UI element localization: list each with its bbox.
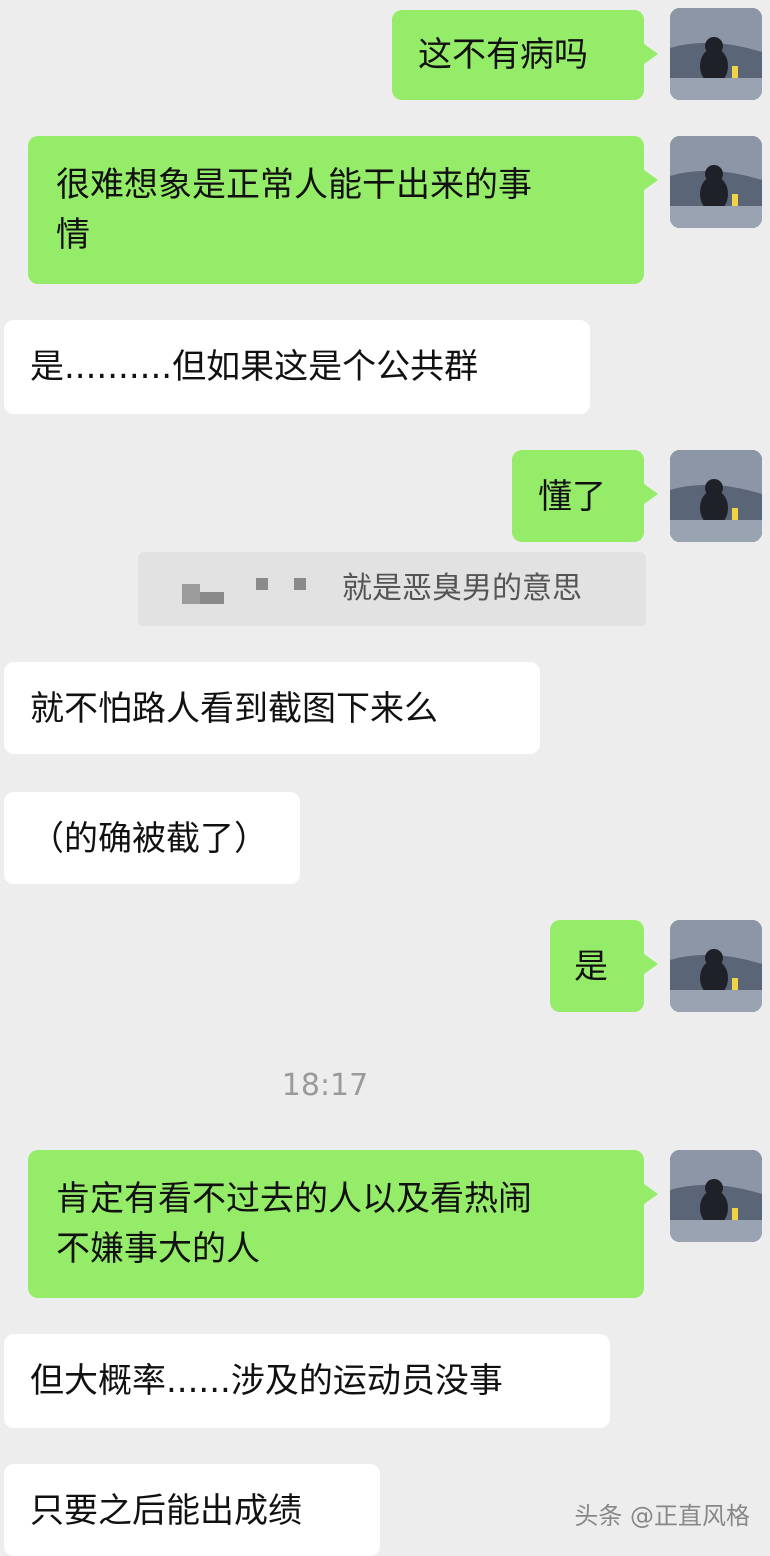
message-text-line: 肯定有看不过去的人以及看热闹 [56,1179,532,1219]
avatar-image [670,136,762,228]
quoted-message[interactable]: 就是恶臭男的意思 [138,552,646,626]
watermark: 头条 @正直风格 [574,1502,750,1530]
message-text: 只要之后能出成绩 [30,1491,302,1531]
avatar-icon[interactable] [670,920,762,1012]
avatar-image [670,8,762,100]
message-text: 这不有病吗 [418,35,588,75]
avatar-icon[interactable] [670,1150,762,1242]
message-text: 懂了 [538,477,606,517]
message-bubble-received[interactable]: 是..........但如果这是个公共群 [4,320,590,414]
message-text-line: 很难想象是正常人能干出来的事 [56,165,532,205]
message-bubble-received[interactable]: 就不怕路人看到截图下来么 [4,662,540,754]
avatar-image [670,1150,762,1242]
message-bubble-sent[interactable]: 是 [550,920,658,1012]
avatar-icon[interactable] [670,450,762,542]
message-text: 是..........但如果这是个公共群 [30,347,479,387]
message-bubble-sent[interactable]: 懂了 [512,450,658,542]
message-text: 是 [574,947,608,987]
avatar-image [670,920,762,1012]
message-bubble-received[interactable]: 只要之后能出成绩 [4,1464,380,1556]
avatar-image [670,450,762,542]
avatar-icon[interactable] [670,136,762,228]
message-bubble-received[interactable]: （的确被截了） [4,792,300,884]
message-text: （的确被截了） [30,819,268,859]
message-text: 但大概率......涉及的运动员没事 [30,1361,503,1401]
avatar-icon[interactable] [670,8,762,100]
message-bubble-sent[interactable]: 很难想象是正常人能干出来的事 情 [28,136,658,284]
message-bubble-sent[interactable]: 这不有病吗 [392,10,658,100]
message-text-line: 情 [56,215,90,255]
message-text-line: 不嫌事大的人 [56,1229,260,1269]
timestamp: 18:17 [281,1068,369,1103]
message-bubble-received[interactable]: 但大概率......涉及的运动员没事 [4,1334,610,1428]
quote-text: 就是恶臭男的意思 [342,571,582,606]
censored-name-icon [182,578,312,604]
message-bubble-sent[interactable]: 肯定有看不过去的人以及看热闹 不嫌事大的人 [28,1150,658,1298]
message-text: 就不怕路人看到截图下来么 [30,689,438,729]
